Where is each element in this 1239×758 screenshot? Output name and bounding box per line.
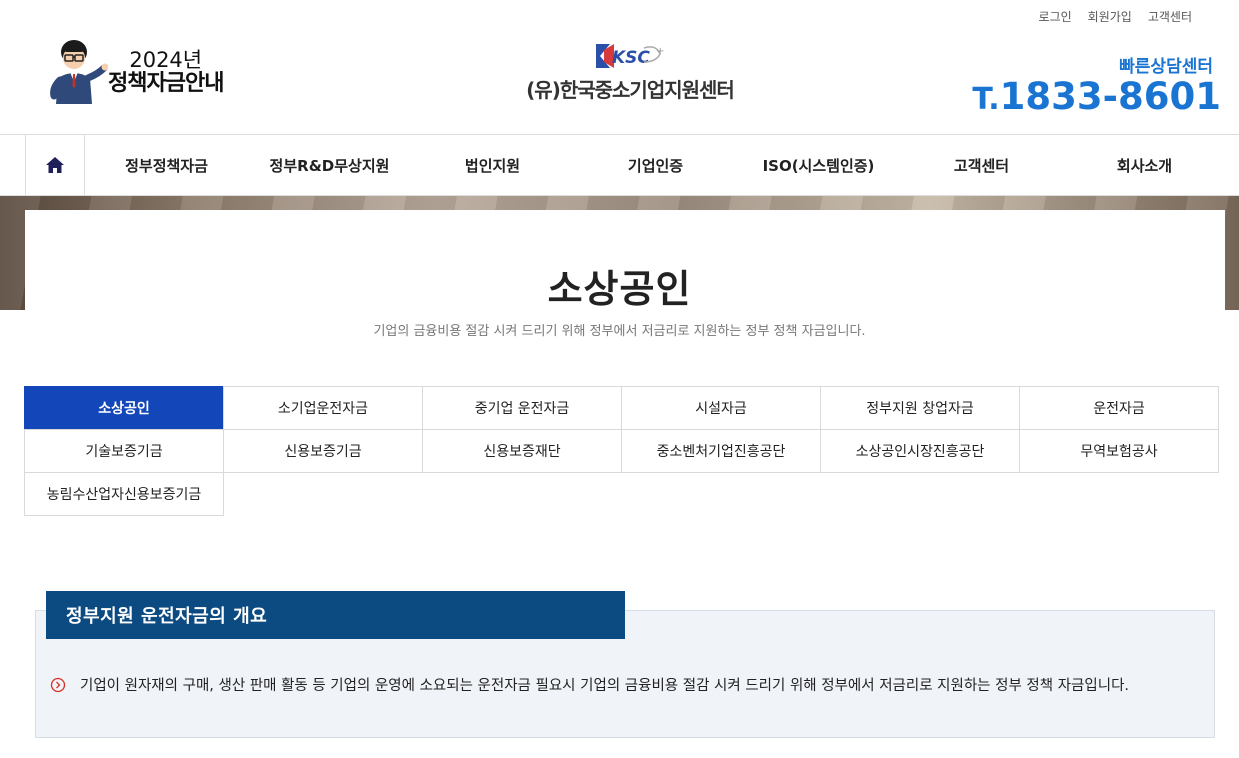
overview-text: 기업이 원자재의 구매, 생산 판매 활동 등 기업의 운영에 소요되는 운전자… — [80, 678, 1130, 694]
nav-item-company[interactable]: 회사소개 — [1063, 135, 1226, 195]
sub-category-tabs: 소상공인 소기업운전자금 중기업 운전자금 시설자금 정부지원 창업자금 운전자… — [24, 386, 1224, 516]
login-link[interactable]: 로그인 — [1039, 8, 1072, 25]
tab-working-capital[interactable]: 운전자금 — [1019, 386, 1219, 430]
tab-row-3: 농림수산업자신용보증기금 — [24, 472, 1224, 516]
home-icon — [46, 157, 64, 173]
signup-link[interactable]: 회원가입 — [1088, 8, 1132, 25]
ksc-logo-icon: KSC + — [590, 40, 670, 72]
tab-row-2: 기술보증기금 신용보증기금 신용보증재단 중소벤처기업진흥공단 소상공인시장진흥… — [24, 429, 1224, 473]
svg-text:+: + — [656, 46, 664, 57]
customer-center-link[interactable]: 고객센터 — [1148, 8, 1192, 25]
brand-subtitle: 정책자금안내 — [108, 71, 224, 96]
policy-fund-banner[interactable]: 2024년 정책자금안내 — [48, 38, 224, 106]
home-button[interactable] — [25, 135, 85, 195]
logo-text: KSC — [612, 48, 650, 68]
nav-item-rnd[interactable]: 정부R&D무상지원 — [248, 135, 411, 195]
center-name: (유)한국중소기업지원센터 — [526, 78, 735, 102]
page-title: 소상공인 — [547, 267, 692, 311]
page-description: 기업의 금융비용 절감 시켜 드리기 위해 정부에서 저금리로 지원하는 정부 … — [373, 324, 866, 339]
tab-small-enterprise-working-capital[interactable]: 소기업운전자금 — [223, 386, 423, 430]
brand-text: 2024년 정책자금안내 — [108, 48, 224, 96]
overview-body: 기업이 원자재의 구매, 생산 판매 활동 등 기업의 운영에 소요되는 운전자… — [50, 674, 1200, 699]
nav-item-policy-fund[interactable]: 정부정책자금 — [85, 135, 248, 195]
page: 로그인 회원가입 고객센터 2024년 정책자금안내 KSC + (유)한국중소… — [0, 0, 1239, 758]
tab-small-business[interactable]: 소상공인 — [24, 386, 224, 430]
tab-kosmes[interactable]: 중소벤처기업진흥공단 — [621, 429, 821, 473]
phone-digits: 1833-8601 — [999, 75, 1221, 118]
character-mascot-icon — [48, 38, 109, 106]
tab-kibo[interactable]: 기술보증기금 — [24, 429, 224, 473]
consult-center[interactable]: 빠른상담센터 T.1833-8601 — [972, 52, 1221, 120]
tab-facility-fund[interactable]: 시설자금 — [621, 386, 821, 430]
chevron-circle-icon — [50, 677, 66, 699]
tab-kodit[interactable]: 신용보증기금 — [223, 429, 423, 473]
tab-credit-foundation[interactable]: 신용보증재단 — [422, 429, 622, 473]
tab-agri-credit-fund[interactable]: 농림수산업자신용보증기금 — [24, 472, 224, 516]
tab-row-1: 소상공인 소기업운전자금 중기업 운전자금 시설자금 정부지원 창업자금 운전자… — [24, 386, 1224, 430]
nav-item-certification[interactable]: 기업인증 — [574, 135, 737, 195]
phone-number[interactable]: T.1833-8601 — [972, 77, 1221, 120]
main-nav: 정부정책자금 정부R&D무상지원 법인지원 기업인증 ISO(시스템인증) 고객… — [0, 134, 1239, 196]
brand-year: 2024년 — [129, 48, 203, 72]
overview-heading: 정부지원 운전자금의 개요 — [46, 591, 625, 639]
tab-medium-enterprise-working-capital[interactable]: 중기업 운전자금 — [422, 386, 622, 430]
tab-semas[interactable]: 소상공인시장진흥공단 — [820, 429, 1020, 473]
tab-startup-fund[interactable]: 정부지원 창업자금 — [820, 386, 1020, 430]
nav-item-customer-center[interactable]: 고객센터 — [900, 135, 1063, 195]
utility-links: 로그인 회원가입 고객센터 — [1039, 8, 1192, 25]
tab-ksure[interactable]: 무역보험공사 — [1019, 429, 1219, 473]
nav-item-corporate[interactable]: 법인지원 — [411, 135, 574, 195]
nav-item-iso[interactable]: ISO(시스템인증) — [737, 135, 900, 195]
site-logo[interactable]: KSC + (유)한국중소기업지원센터 — [505, 40, 755, 103]
consult-label: 빠른상담센터 — [1119, 57, 1213, 77]
phone-prefix: T. — [972, 82, 1000, 117]
nav-items: 정부정책자금 정부R&D무상지원 법인지원 기업인증 ISO(시스템인증) 고객… — [85, 135, 1239, 195]
